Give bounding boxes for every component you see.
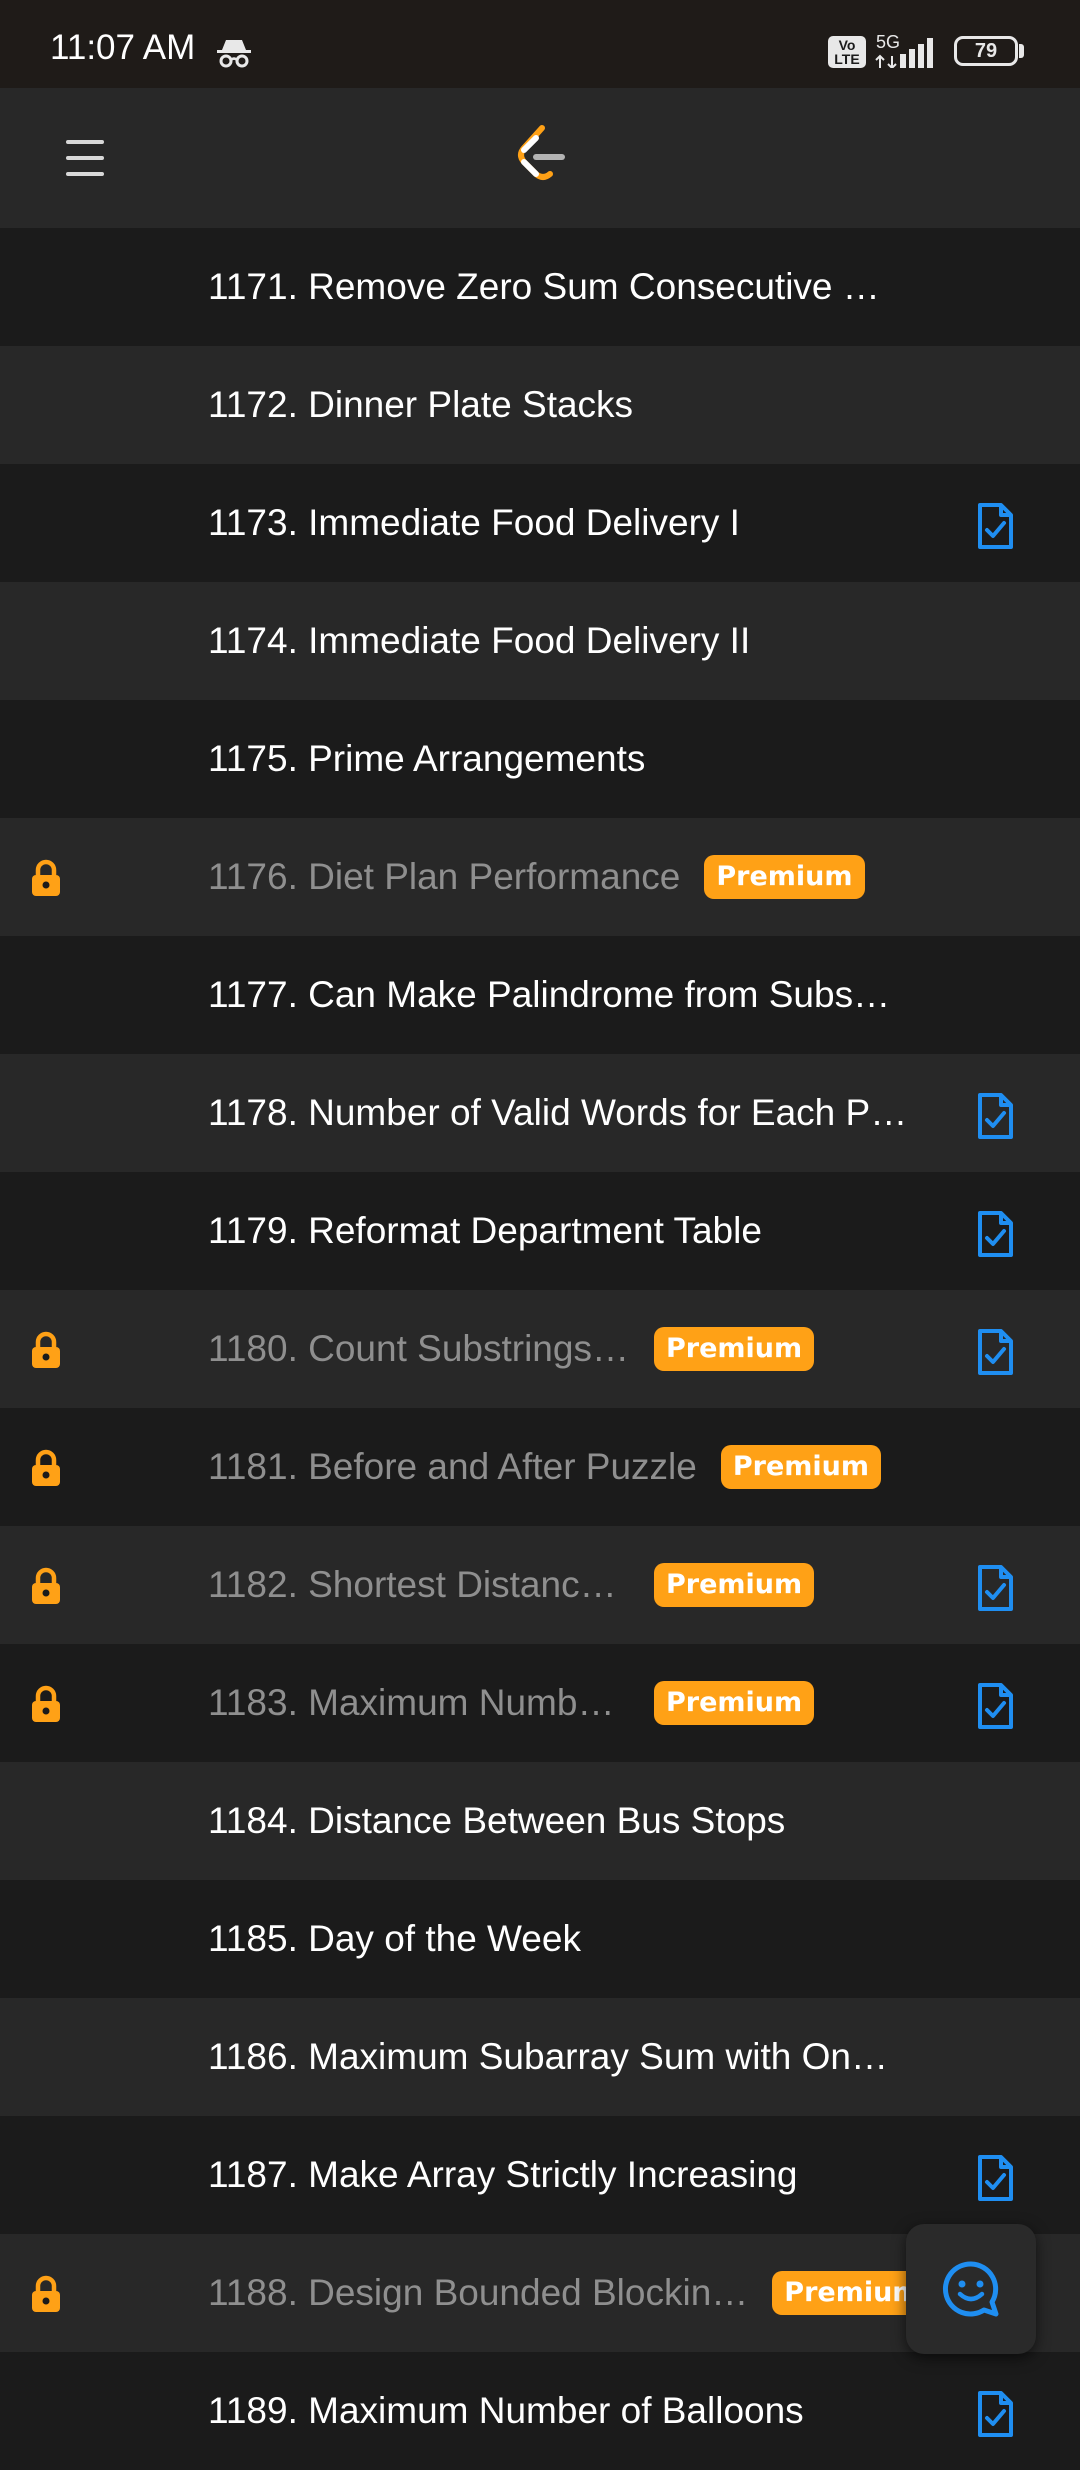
solution-file-icon[interactable]: [975, 1564, 1015, 1617]
problem-row[interactable]: 1182. Shortest Distance to Tar… Premium: [0, 1526, 1080, 1644]
problem-title: 1183. Maximum Number of O…: [208, 1682, 630, 1723]
problem-title: 1178. Number of Valid Words for Each P…: [208, 1092, 908, 1133]
problem-title: 1176. Diet Plan Performance: [208, 856, 681, 897]
solution-file-icon[interactable]: [975, 2154, 1015, 2207]
lock-icon: [26, 1566, 66, 1611]
chat-smiley-icon: [942, 2261, 999, 2317]
problem-row[interactable]: 1187. Make Array Strictly Increasing: [0, 2116, 1080, 2234]
problem-title: 1185. Day of the Week: [208, 1918, 581, 1959]
problem-list: 1171. Remove Zero Sum Consecutive N… 1172…: [0, 228, 1080, 2470]
problem-title: 1172. Dinner Plate Stacks: [208, 384, 634, 425]
signal-icon: [872, 34, 942, 73]
problem-row[interactable]: 1179. Reformat Department Table: [0, 1172, 1080, 1290]
problem-title: 1181. Before and After Puzzle: [208, 1446, 697, 1487]
problem-title: 1173. Immediate Food Delivery I: [208, 502, 740, 543]
lock-icon: [26, 1684, 66, 1729]
problem-title: 1174. Immediate Food Delivery II: [208, 620, 751, 661]
problem-row[interactable]: 1176. Diet Plan Performance Premium: [0, 818, 1080, 936]
solution-file-icon[interactable]: [975, 2390, 1015, 2443]
lock-icon: [26, 2274, 66, 2319]
premium-badge: Premium: [704, 855, 865, 899]
problem-row[interactable]: 1180. Count Substrings with O… Premium: [0, 1290, 1080, 1408]
problem-title: 1188. Design Bounded Blockin…: [208, 2272, 749, 2313]
status-bar: 11:07 AM Vo LTE 5G 79: [0, 0, 1080, 88]
problem-row[interactable]: 1175. Prime Arrangements: [0, 700, 1080, 818]
problem-row[interactable]: 1177. Can Make Palindrome from Subst…: [0, 936, 1080, 1054]
problem-title: 1184. Distance Between Bus Stops: [208, 1800, 786, 1841]
battery-tip: [1019, 44, 1024, 58]
problem-row[interactable]: 1184. Distance Between Bus Stops: [0, 1762, 1080, 1880]
problem-row[interactable]: 1178. Number of Valid Words for Each P…: [0, 1054, 1080, 1172]
problem-title: 1175. Prime Arrangements: [208, 738, 646, 779]
volte-icon: Vo LTE: [828, 36, 866, 68]
problem-row[interactable]: 1172. Dinner Plate Stacks: [0, 346, 1080, 464]
problem-row[interactable]: 1186. Maximum Subarray Sum with One…: [0, 1998, 1080, 2116]
premium-badge: Premium: [720, 1445, 882, 1489]
incognito-icon: [216, 38, 252, 73]
problem-title: 1187. Make Array Strictly Increasing: [208, 2154, 798, 2195]
hamburger-menu-icon[interactable]: [66, 140, 104, 176]
battery-icon: 79: [954, 36, 1018, 66]
problem-row[interactable]: 1189. Maximum Number of Balloons: [0, 2352, 1080, 2470]
problem-title: 1189. Maximum Number of Balloons: [208, 2390, 804, 2431]
problem-title: 1186. Maximum Subarray Sum with One…: [208, 2036, 900, 2077]
solution-file-icon[interactable]: [975, 502, 1015, 555]
leetcode-logo: [516, 124, 570, 193]
problem-row[interactable]: 1181. Before and After Puzzle Premium: [0, 1408, 1080, 1526]
problem-title: 1179. Reformat Department Table: [208, 1210, 762, 1251]
lock-icon: [26, 1448, 66, 1493]
chat-fab-button[interactable]: [906, 2224, 1036, 2354]
status-time: 11:07 AM: [50, 28, 196, 67]
problem-title: 1182. Shortest Distance to Tar…: [208, 1564, 630, 1605]
lock-icon: [26, 1330, 66, 1375]
premium-badge: Premium: [654, 1681, 815, 1725]
app-bar: [0, 88, 1080, 228]
lock-icon: [26, 858, 66, 903]
solution-file-icon[interactable]: [975, 1328, 1015, 1381]
problem-row[interactable]: 1174. Immediate Food Delivery II: [0, 582, 1080, 700]
problem-row[interactable]: 1173. Immediate Food Delivery I: [0, 464, 1080, 582]
problem-title: 1171. Remove Zero Sum Consecutive N…: [208, 266, 900, 307]
problem-row[interactable]: 1185. Day of the Week: [0, 1880, 1080, 1998]
solution-file-icon[interactable]: [975, 1092, 1015, 1145]
solution-file-icon[interactable]: [975, 1682, 1015, 1735]
problem-row[interactable]: 1183. Maximum Number of O… Premium: [0, 1644, 1080, 1762]
premium-badge: Premium: [654, 1327, 815, 1371]
problem-title: 1177. Can Make Palindrome from Subst…: [208, 974, 900, 1015]
problem-row[interactable]: 1171. Remove Zero Sum Consecutive N…: [0, 228, 1080, 346]
premium-badge: Premium: [654, 1563, 815, 1607]
solution-file-icon[interactable]: [975, 1210, 1015, 1263]
problem-title: 1180. Count Substrings with O…: [208, 1328, 630, 1369]
